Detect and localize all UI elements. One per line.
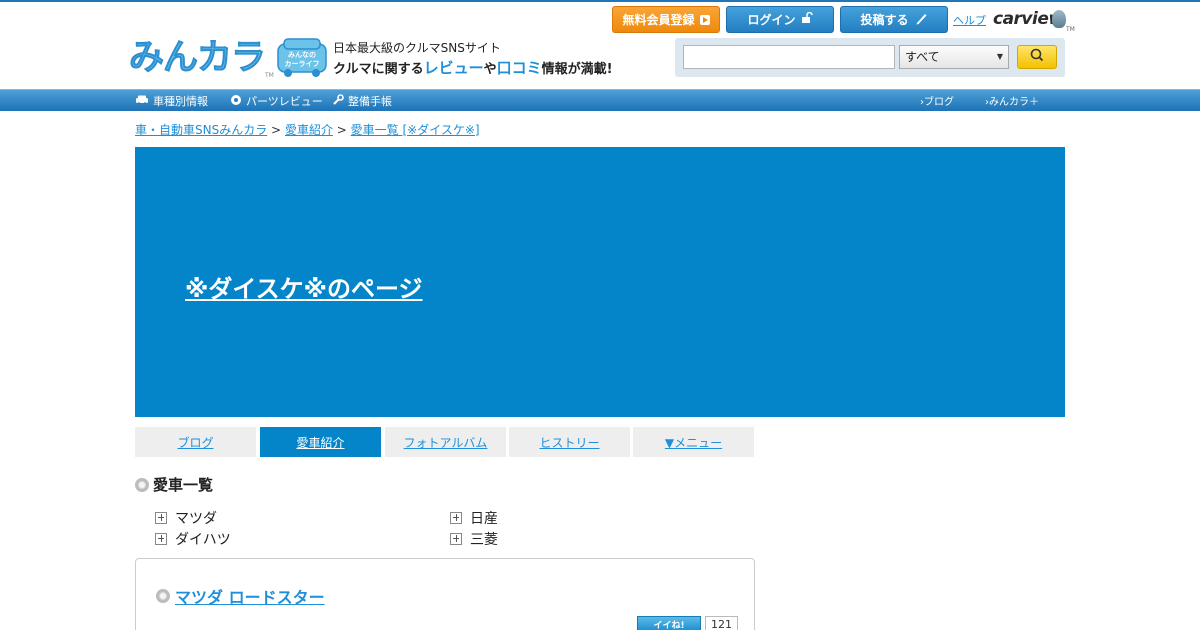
section-title: 愛車一覧 <box>135 474 213 495</box>
expand-plus-icon <box>155 512 167 524</box>
maker-label: ダイハツ <box>175 532 231 548</box>
expand-plus-icon <box>450 512 462 524</box>
tab-history[interactable]: ヒストリー <box>509 427 630 457</box>
tab-blog[interactable]: ブログ <box>135 427 256 457</box>
nav-parts-review[interactable]: パーツレビュー <box>230 93 323 109</box>
svg-text:カーライフ: カーライフ <box>285 60 320 68</box>
car-name-text: マツダ ロードスター <box>175 588 325 607</box>
top-accent-line <box>0 0 1200 2</box>
register-label: 無料会員登録 <box>622 13 695 27</box>
maker-item[interactable]: マツダ <box>155 508 217 528</box>
breadcrumb-home[interactable]: 車・自動車SNSみんカラ <box>135 123 267 137</box>
iine-count: 121 <box>705 616 738 630</box>
tagline-pre: クルマに関する <box>333 62 424 77</box>
car-name-link[interactable]: マツダ ロードスター <box>156 584 325 608</box>
maker-item[interactable]: 三菱 <box>450 529 498 549</box>
tagline-top: 日本最大級のクルマSNSサイト <box>333 41 501 55</box>
search-category-select[interactable]: すべて <box>899 45 1009 69</box>
login-button[interactable]: ログイン <box>726 6 834 33</box>
minkara-logo[interactable]: みんカラ TM <box>128 38 273 80</box>
nav-minkara-plus-label: みんカラ＋ <box>989 97 1039 108</box>
register-button[interactable]: 無料会員登録 <box>612 6 720 33</box>
carview-mark-icon <box>1052 10 1066 28</box>
nav-blog-label: ブログ <box>924 97 954 108</box>
iine-widget: イイね! 121 <box>637 616 738 630</box>
search-icon <box>1029 47 1045 67</box>
maker-label: マツダ <box>175 511 217 527</box>
breadcrumb-car-list[interactable]: 愛車一覧 [※ダイスケ※] <box>351 123 480 137</box>
nav-blog[interactable]: ›ブログ <box>920 93 954 108</box>
maker-label: 日産 <box>470 511 498 527</box>
maker-item[interactable]: 日産 <box>450 508 498 528</box>
expand-plus-icon <box>155 533 167 545</box>
unlock-icon <box>801 11 813 27</box>
expand-plus-icon <box>450 533 462 545</box>
tagline-post: 情報が満載! <box>541 62 613 77</box>
nav-maintenance-label: 整備手帳 <box>348 95 392 108</box>
circle-bullet-icon <box>135 477 149 492</box>
profile-hero: ※ダイスケ※のページ <box>135 147 1065 417</box>
nav-car-info-label: 車種別情報 <box>153 95 208 108</box>
tagline-main: クルマに関するレビューや口コミ情報が満載! <box>333 57 613 78</box>
section-title-text: 愛車一覧 <box>153 476 214 494</box>
nav-car-info[interactable]: 車種別情報 <box>135 93 208 109</box>
post-label: 投稿する <box>860 13 909 27</box>
search-button[interactable] <box>1017 45 1057 69</box>
tagline-mid: や <box>483 62 497 77</box>
breadcrumb-sep: > <box>271 123 282 137</box>
breadcrumb-sep: > <box>336 123 347 137</box>
nav-maintenance[interactable]: 整備手帳 <box>332 93 392 109</box>
nav-minkara-plus[interactable]: ›みんカラ＋ <box>985 93 1039 108</box>
page-title[interactable]: ※ダイスケ※のページ <box>185 269 422 304</box>
logo-text: みんカラ <box>128 38 266 79</box>
search-input[interactable] <box>683 45 895 69</box>
arrow-right-icon <box>699 14 710 25</box>
maker-label: 三菱 <box>470 532 498 548</box>
pen-icon <box>914 11 928 28</box>
login-label: ログイン <box>747 13 796 27</box>
breadcrumb-car-intro[interactable]: 愛車紹介 <box>285 123 333 137</box>
wrench-icon <box>332 93 344 109</box>
logo-tm: TM <box>265 72 274 79</box>
tab-car-intro[interactable]: 愛車紹介 <box>260 427 381 457</box>
circle-bullet-icon <box>156 589 170 603</box>
tab-photo-album[interactable]: フォトアルバム <box>385 427 506 457</box>
post-button[interactable]: 投稿する <box>840 6 948 33</box>
car-card: マツダ ロードスター イイね! 121 <box>135 558 755 630</box>
tagline-kuchikomi: 口コミ <box>496 59 542 77</box>
help-link[interactable]: ヘルプ <box>953 12 986 28</box>
car-icon <box>135 95 149 108</box>
tab-menu[interactable]: ▼メニュー <box>633 427 754 457</box>
svg-text:みんなの: みんなの <box>288 50 316 59</box>
maker-item[interactable]: ダイハツ <box>155 529 231 549</box>
car-life-badge: みんなの カーライフ <box>276 38 328 78</box>
global-nav: 車種別情報 パーツレビュー 整備手帳 ›ブログ ›みんカラ＋ <box>0 89 1200 111</box>
breadcrumb: 車・自動車SNSみんカラ > 愛車紹介 > 愛車一覧 [※ダイスケ※] <box>135 121 480 138</box>
gear-icon <box>230 94 242 109</box>
carview-tm: TM <box>1066 26 1075 33</box>
search-category-value: すべて <box>905 50 940 64</box>
tagline-review: レビュー <box>423 59 484 77</box>
iine-button[interactable]: イイね! <box>637 616 701 630</box>
nav-parts-review-label: パーツレビュー <box>246 95 323 108</box>
